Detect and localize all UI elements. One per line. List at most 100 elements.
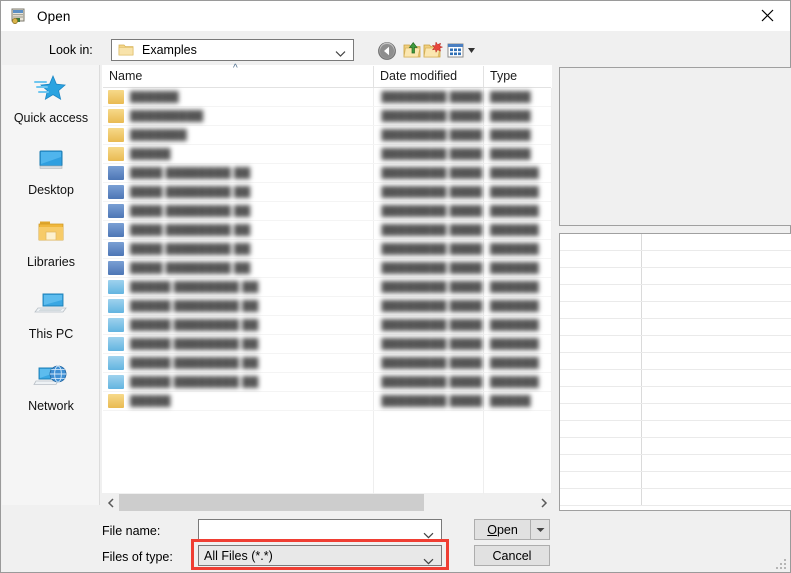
cell-type: ██████ bbox=[489, 243, 539, 255]
column-header-name[interactable]: Name ^ bbox=[103, 63, 373, 87]
open-split-dropdown[interactable] bbox=[530, 520, 549, 539]
files-of-type-combo[interactable]: All Files (*.*) bbox=[198, 545, 442, 566]
sidebar-item-libraries[interactable]: Libraries bbox=[2, 209, 100, 281]
property-value bbox=[642, 489, 791, 505]
property-value bbox=[642, 302, 791, 318]
property-row[interactable] bbox=[560, 421, 791, 438]
table-row[interactable]: █████ ████████ ██ ████████ ████ ██ ██████ bbox=[103, 335, 551, 354]
property-row[interactable] bbox=[560, 234, 791, 251]
table-row[interactable]: █████ ████████ ██ ████████ ████ ██ ██████ bbox=[103, 278, 551, 297]
property-key bbox=[560, 455, 642, 471]
file-list[interactable]: Name ^ Date modified Type ██████ ████████… bbox=[102, 63, 552, 494]
cell-date: ████████ ████ ██ bbox=[381, 129, 484, 141]
table-row[interactable]: █████ ████████ ██ ████████ ████ ██ ██████ bbox=[103, 354, 551, 373]
table-row[interactable]: ███████ ████████ ████ ██ █████ bbox=[103, 126, 551, 145]
table-row[interactable]: █████ ████████ ██ ████████ ████ ██ ██████ bbox=[103, 297, 551, 316]
property-row[interactable] bbox=[560, 438, 791, 455]
property-value bbox=[642, 251, 791, 267]
table-row[interactable]: █████████ ████████ ████ ██ █████ bbox=[103, 107, 551, 126]
table-row[interactable]: ████ ████████ ██ ████████ ████ ██ ██████ bbox=[103, 221, 551, 240]
property-grid[interactable] bbox=[559, 233, 791, 511]
scrollbar-track[interactable] bbox=[424, 494, 535, 511]
document-blue-icon bbox=[108, 204, 124, 218]
property-row[interactable] bbox=[560, 353, 791, 370]
back-arrow-icon[interactable] bbox=[375, 39, 399, 62]
column-divider bbox=[551, 88, 552, 494]
property-row[interactable] bbox=[560, 455, 791, 472]
folder-icon bbox=[108, 90, 124, 104]
property-row[interactable] bbox=[560, 285, 791, 302]
property-row[interactable] bbox=[560, 404, 791, 421]
cell-name: ██████ bbox=[129, 91, 179, 103]
document-cyan-icon bbox=[108, 299, 124, 313]
table-row[interactable]: ████ ████████ ██ ████████ ████ ██ ██████ bbox=[103, 164, 551, 183]
cell-name: █████ bbox=[129, 148, 171, 160]
table-row[interactable]: ████ ████████ ██ ████████ ████ ██ ██████ bbox=[103, 259, 551, 278]
cell-type: ██████ bbox=[489, 167, 539, 179]
property-row[interactable] bbox=[560, 302, 791, 319]
cell-type: █████ bbox=[489, 148, 531, 160]
document-cyan-icon bbox=[108, 318, 124, 332]
property-row[interactable] bbox=[560, 472, 791, 489]
table-row[interactable]: ████ ████████ ██ ████████ ████ ██ ██████ bbox=[103, 183, 551, 202]
chevron-right-icon[interactable] bbox=[535, 494, 552, 511]
sidebar-item-quick-access[interactable]: Quick access bbox=[2, 65, 100, 137]
resize-grip-icon[interactable] bbox=[775, 557, 787, 569]
sidebar-item-this-pc[interactable]: This PC bbox=[2, 281, 100, 353]
scrollbar-thumb[interactable] bbox=[119, 494, 424, 511]
cell-date: ████████ ████ ██ bbox=[381, 300, 484, 312]
property-row[interactable] bbox=[560, 268, 791, 285]
file-name-label: File name: bbox=[102, 524, 161, 538]
property-row[interactable] bbox=[560, 251, 791, 268]
property-key bbox=[560, 319, 642, 335]
cell-name: █████ ████████ ██ bbox=[129, 376, 259, 388]
file-name-input[interactable] bbox=[198, 519, 442, 540]
chevron-down-icon[interactable] bbox=[423, 526, 434, 544]
property-key bbox=[560, 472, 642, 488]
cancel-button[interactable]: Cancel bbox=[474, 545, 550, 566]
table-row[interactable]: █████ ████████ ██ ████████ ████ ██ ██████ bbox=[103, 373, 551, 392]
property-key bbox=[560, 234, 642, 250]
views-icon[interactable] bbox=[447, 39, 479, 62]
chevron-down-icon[interactable] bbox=[423, 552, 434, 570]
table-row[interactable]: ████ ████████ ██ ████████ ████ ██ ██████ bbox=[103, 240, 551, 259]
table-row[interactable]: █████ ████████ ██ ████████ ████ ██ ██████ bbox=[103, 316, 551, 335]
cell-type: ██████ bbox=[489, 338, 539, 350]
property-value bbox=[642, 438, 791, 454]
close-icon[interactable] bbox=[744, 1, 790, 30]
column-header-date-modified[interactable]: Date modified bbox=[373, 66, 483, 87]
cell-type: ██████ bbox=[489, 281, 539, 293]
cell-date: ████████ ████ ██ bbox=[381, 205, 484, 217]
sidebar-item-network[interactable]: Network bbox=[2, 353, 100, 425]
cell-date: ████████ ████ ██ bbox=[381, 110, 484, 122]
table-row[interactable]: ██████ ████████ ████ ██ █████ bbox=[103, 88, 551, 107]
property-row[interactable] bbox=[560, 370, 791, 387]
document-blue-icon bbox=[108, 223, 124, 237]
property-row[interactable] bbox=[560, 489, 791, 506]
chevron-down-icon[interactable] bbox=[335, 45, 346, 63]
sidebar-item-desktop[interactable]: Desktop bbox=[2, 137, 100, 209]
chevron-left-icon[interactable] bbox=[102, 494, 119, 511]
file-list-horizontal-scrollbar[interactable] bbox=[102, 494, 552, 511]
document-blue-icon bbox=[108, 242, 124, 256]
window-title: Open bbox=[37, 8, 71, 24]
open-button[interactable]: Open bbox=[474, 519, 550, 540]
table-row[interactable]: █████ ████████ ████ ██ █████ bbox=[103, 392, 551, 411]
folder-icon bbox=[108, 109, 124, 123]
property-row[interactable] bbox=[560, 319, 791, 336]
new-folder-icon[interactable] bbox=[421, 39, 445, 62]
cell-name: █████ bbox=[129, 395, 171, 407]
table-row[interactable]: █████ ████████ ████ ██ █████ bbox=[103, 145, 551, 164]
property-value bbox=[642, 353, 791, 369]
column-header-type[interactable]: Type bbox=[483, 66, 551, 87]
cell-date: ████████ ████ ██ bbox=[381, 338, 484, 350]
table-row[interactable]: ████ ████████ ██ ████████ ████ ██ ██████ bbox=[103, 202, 551, 221]
sidebar-item-label: Desktop bbox=[28, 183, 74, 197]
folder-icon bbox=[108, 394, 124, 408]
property-value bbox=[642, 370, 791, 386]
property-row[interactable] bbox=[560, 336, 791, 353]
look-in-combo[interactable]: Examples bbox=[111, 39, 354, 61]
property-row[interactable] bbox=[560, 387, 791, 404]
file-list-rows: ██████ ████████ ████ █████ █████████ ██████… bbox=[103, 88, 551, 411]
property-key bbox=[560, 387, 642, 403]
